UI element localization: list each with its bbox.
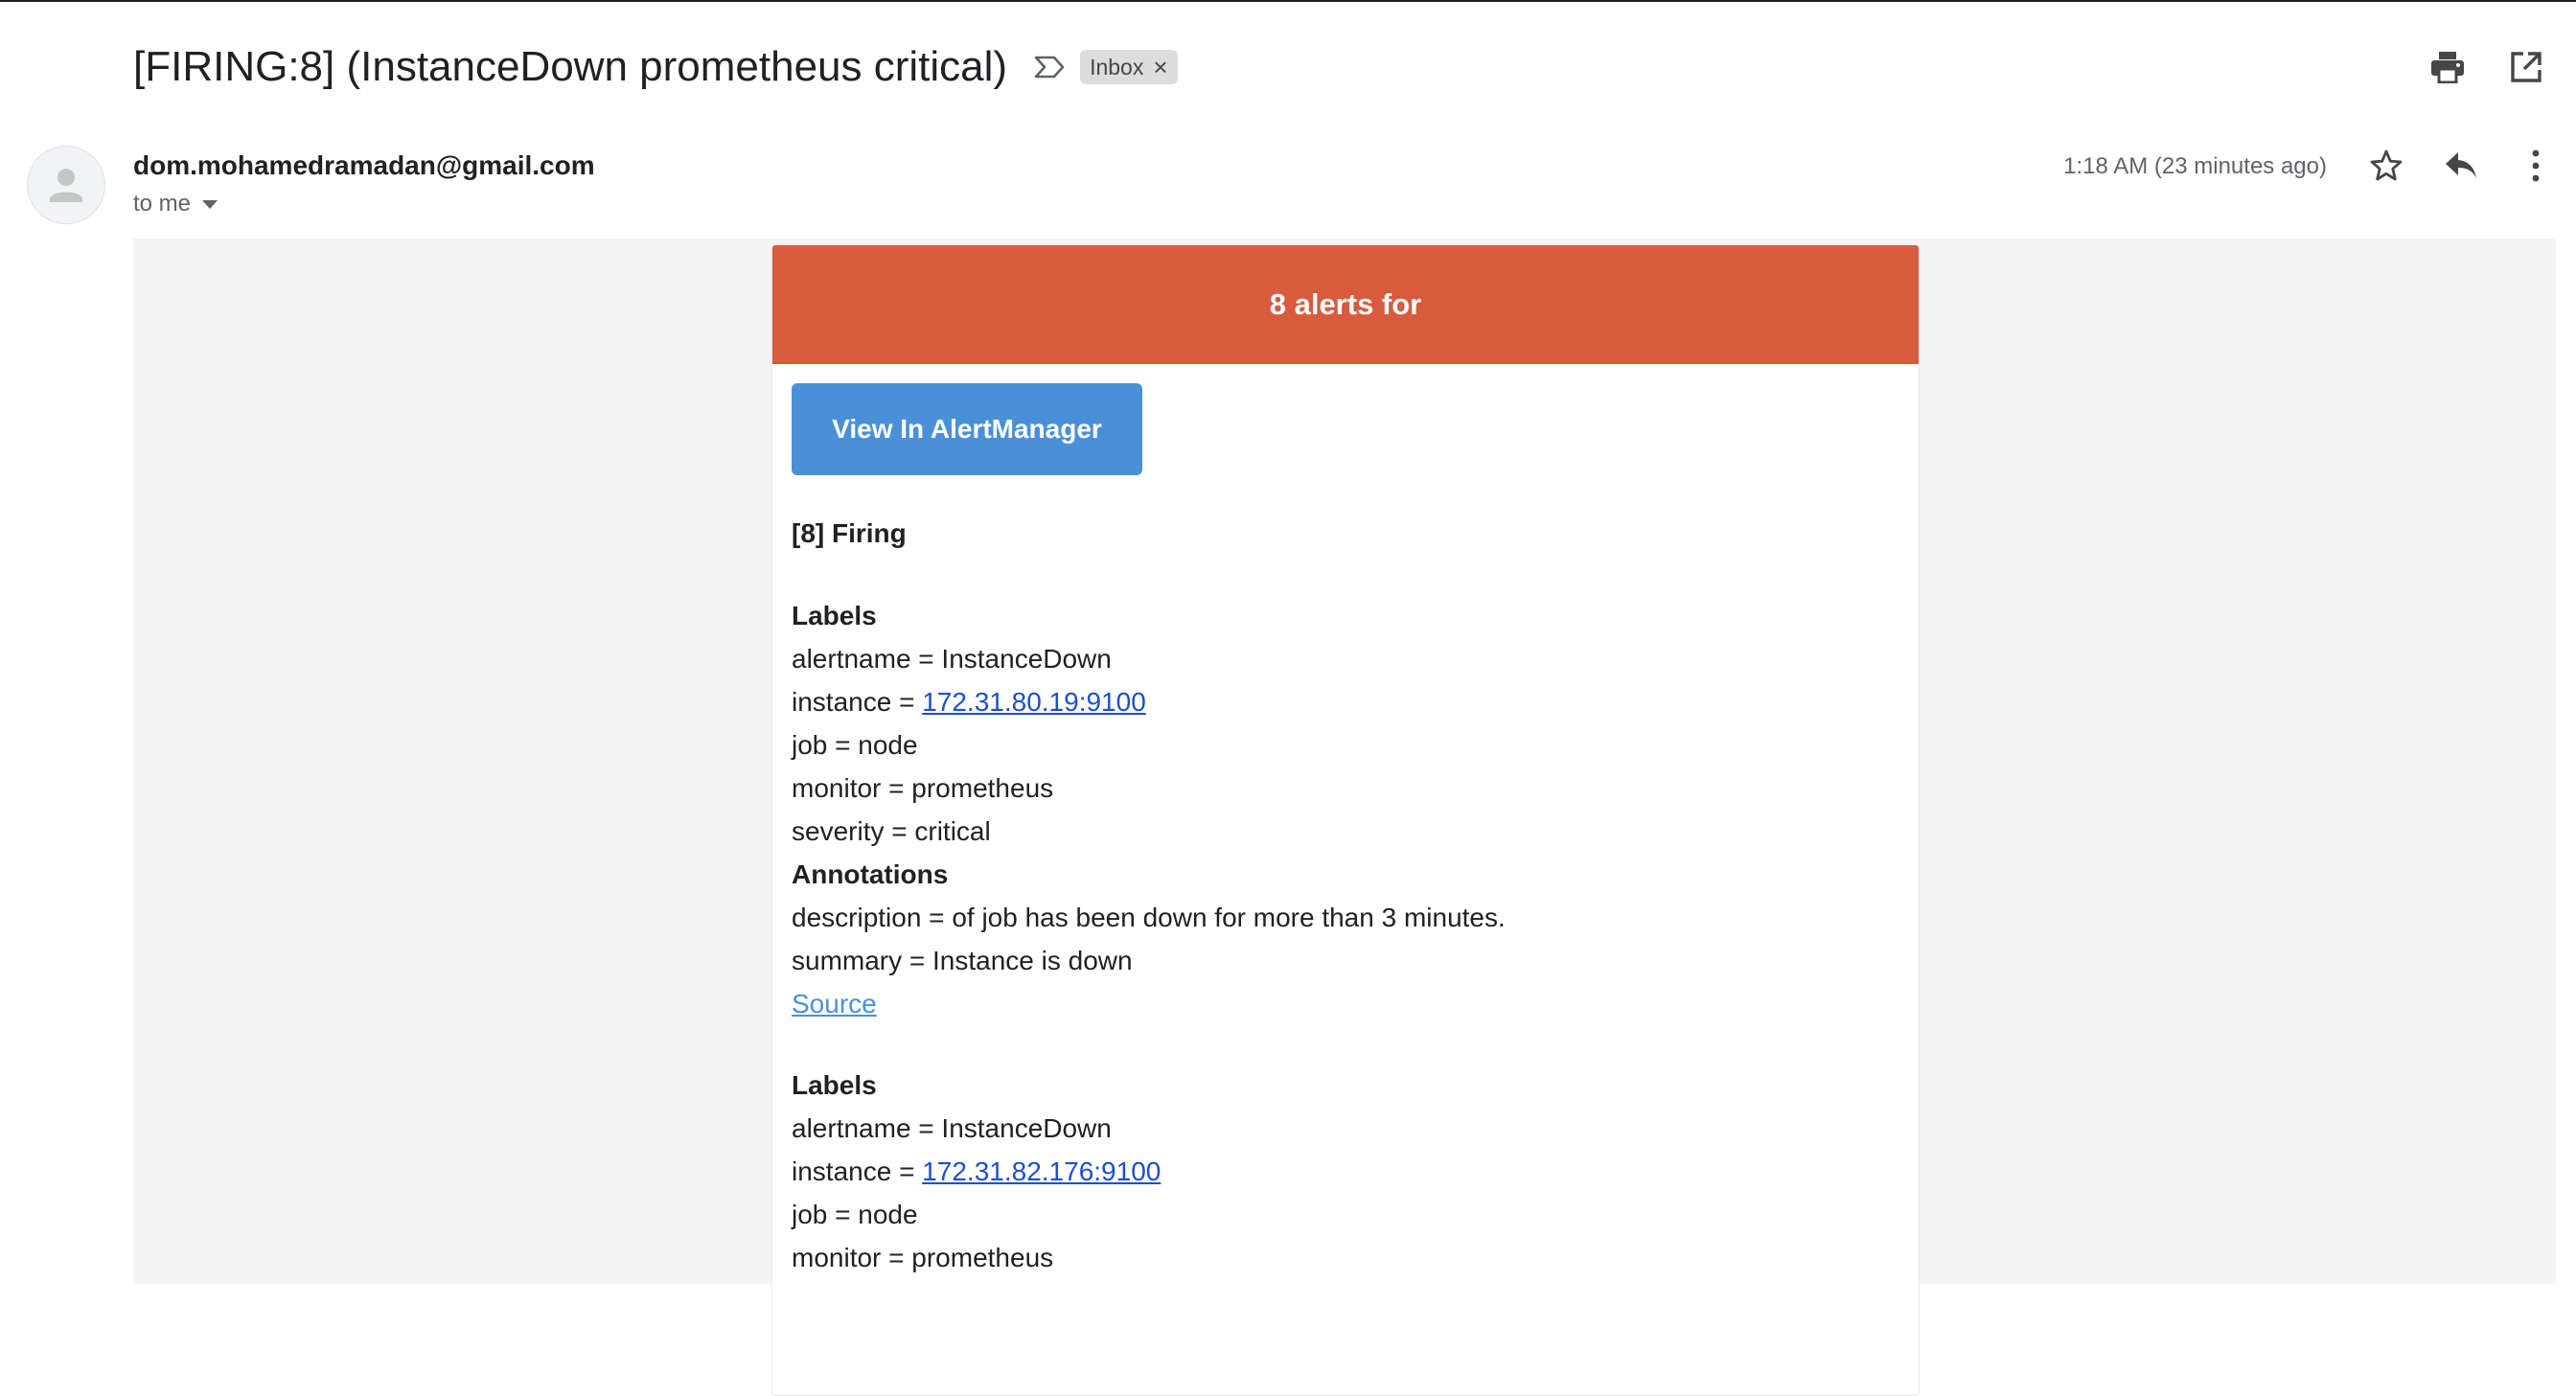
annotation-summary: summary = Instance is down (792, 946, 1133, 975)
email-body: 8 alerts for View In AlertManager [8] Fi… (133, 239, 2556, 1396)
alert-card: 8 alerts for View In AlertManager [8] Fi… (771, 244, 1920, 1396)
reply-icon[interactable] (2440, 145, 2482, 187)
label-job: job = node (792, 1200, 918, 1229)
annotation-description: description = of job has been down for m… (792, 903, 1506, 932)
labels-heading: Labels (792, 601, 877, 630)
label-job: job = node (792, 730, 918, 760)
label-outline-icon[interactable] (1030, 48, 1069, 86)
annotations-heading: Annotations (792, 859, 949, 889)
email-timestamp: 1:18 AM (23 minutes ago) (2063, 153, 2327, 179)
label-instance: instance = 172.31.80.19:9100 (792, 680, 1894, 723)
instance-link[interactable]: 172.31.80.19:9100 (922, 687, 1146, 717)
source-link[interactable]: Source (792, 989, 877, 1018)
star-outline-icon[interactable] (2365, 145, 2407, 187)
recipient-text: to me (133, 191, 192, 217)
subject-row: [FIRING:8] (InstanceDown prometheus crit… (133, 38, 1178, 96)
thread-actions (2426, 46, 2547, 88)
recipient-summary[interactable]: to me (133, 191, 218, 217)
instance-link[interactable]: 172.31.82.176:9100 (922, 1156, 1161, 1186)
label-monitor: monitor = prometheus (792, 773, 1054, 803)
alert-header: 8 alerts for (772, 245, 1919, 364)
label-alertname: alertname = InstanceDown (792, 1113, 1112, 1143)
print-icon[interactable] (2426, 46, 2469, 88)
email-subject: [FIRING:8] (InstanceDown prometheus crit… (133, 43, 1008, 90)
person-icon (50, 169, 82, 202)
label-severity: severity = critical (792, 816, 991, 846)
open-in-new-icon[interactable] (2505, 46, 2547, 88)
message-actions (2365, 145, 2557, 187)
labels-heading: Labels (792, 1070, 877, 1100)
sender-email[interactable]: dom.mohamedramadan@gmail.com (133, 150, 595, 181)
label-monitor: monitor = prometheus (792, 1243, 1054, 1272)
inbox-label-text: Inbox (1090, 54, 1144, 80)
label-instance: instance = 172.31.82.176:9100 (792, 1150, 1894, 1193)
inbox-label-chip: Inbox × (1080, 50, 1178, 84)
remove-label-icon[interactable]: × (1153, 55, 1167, 80)
label-alertname: alertname = InstanceDown (792, 644, 1112, 674)
sender-avatar[interactable] (27, 146, 105, 224)
chevron-down-icon[interactable] (202, 199, 218, 209)
alert-content: [8] Firing Labels alertname = InstanceDo… (792, 512, 1894, 1279)
top-divider (0, 0, 2576, 2)
more-vert-icon[interactable] (2515, 145, 2557, 187)
instance-prefix: instance = (792, 1156, 923, 1186)
view-in-alertmanager-button[interactable]: View In AlertManager (792, 383, 1142, 475)
firing-count: [8] Firing (792, 518, 907, 548)
instance-prefix: instance = (792, 687, 923, 717)
